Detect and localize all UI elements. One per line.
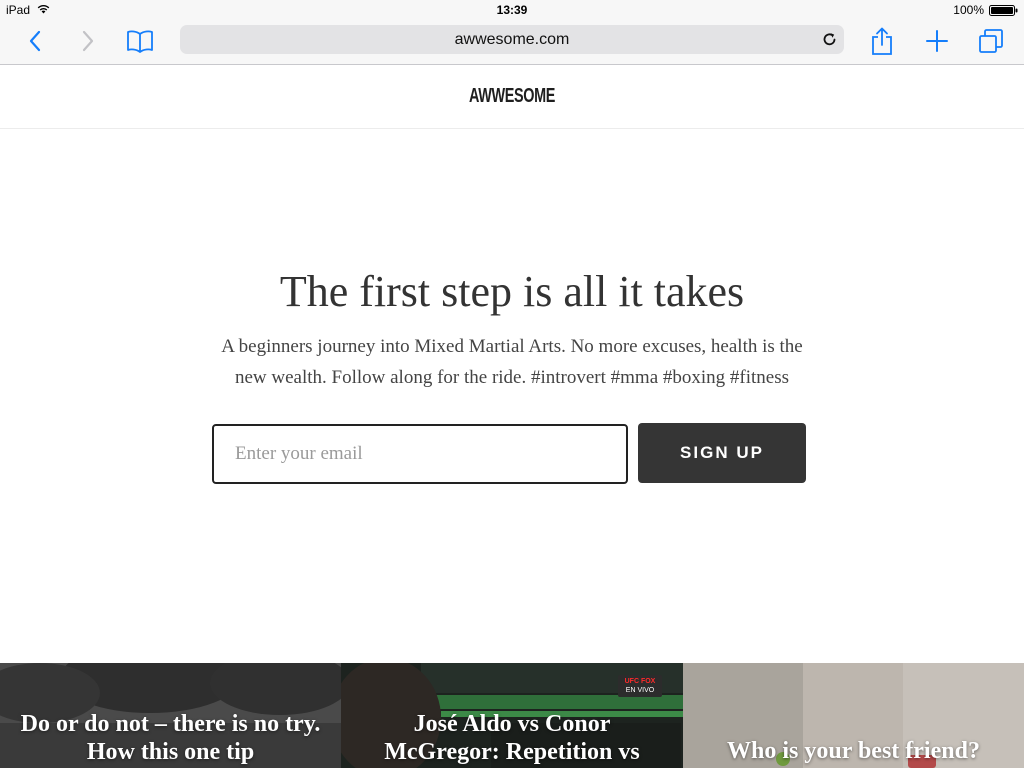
- book-icon: [127, 30, 153, 53]
- email-input[interactable]: [212, 424, 628, 484]
- battery-percentage: 100%: [953, 3, 984, 17]
- back-button[interactable]: [19, 26, 51, 56]
- status-time: 13:39: [496, 3, 528, 17]
- forward-button[interactable]: [72, 26, 104, 56]
- article-title: Do or do not – there is no try. How this…: [20, 711, 321, 765]
- battery-icon: [989, 5, 1018, 16]
- plus-icon: [926, 30, 948, 52]
- chevron-left-icon: [29, 30, 41, 52]
- badge-line-1: UFC FOX: [624, 678, 656, 685]
- share-icon: [872, 27, 892, 55]
- hero-title: The first step is all it takes: [279, 267, 745, 316]
- reload-icon[interactable]: [821, 31, 838, 48]
- tabs-overview-button[interactable]: [975, 26, 1007, 56]
- bookmarks-button[interactable]: [124, 26, 156, 56]
- tabs-icon: [979, 29, 1003, 53]
- sign-up-button[interactable]: SIGN UP: [638, 423, 806, 483]
- new-tab-button[interactable]: [921, 26, 953, 56]
- address-bar[interactable]: awwesome.com: [180, 25, 844, 54]
- share-button[interactable]: [866, 26, 898, 56]
- hero-description: A beginners journey into Mixed Martial A…: [221, 336, 803, 388]
- badge-line-2: EN VIVO: [625, 687, 655, 694]
- article-cards: Do or do not – there is no try. How this…: [0, 663, 1024, 768]
- article-card[interactable]: Who is your best friend?: [683, 663, 1024, 768]
- tv-channel-badge: UFC FOX EN VIVO: [618, 675, 662, 697]
- chevron-right-icon: [82, 30, 94, 52]
- article-title: Who is your best friend?: [727, 738, 980, 764]
- status-bar: iPad 13:39 100%: [0, 0, 1024, 20]
- site-logo[interactable]: AWWESOME: [143, 85, 880, 108]
- article-card[interactable]: UFC FOX EN VIVO José Aldo vs Conor McGre…: [341, 663, 683, 768]
- browser-toolbar: awwesome.com: [0, 20, 1024, 65]
- article-card[interactable]: Do or do not – there is no try. How this…: [0, 663, 341, 768]
- article-title: José Aldo vs Conor McGregor: Repetition …: [384, 711, 640, 765]
- url-text: awwesome.com: [454, 31, 570, 48]
- site-header: AWWESOME: [0, 66, 1024, 129]
